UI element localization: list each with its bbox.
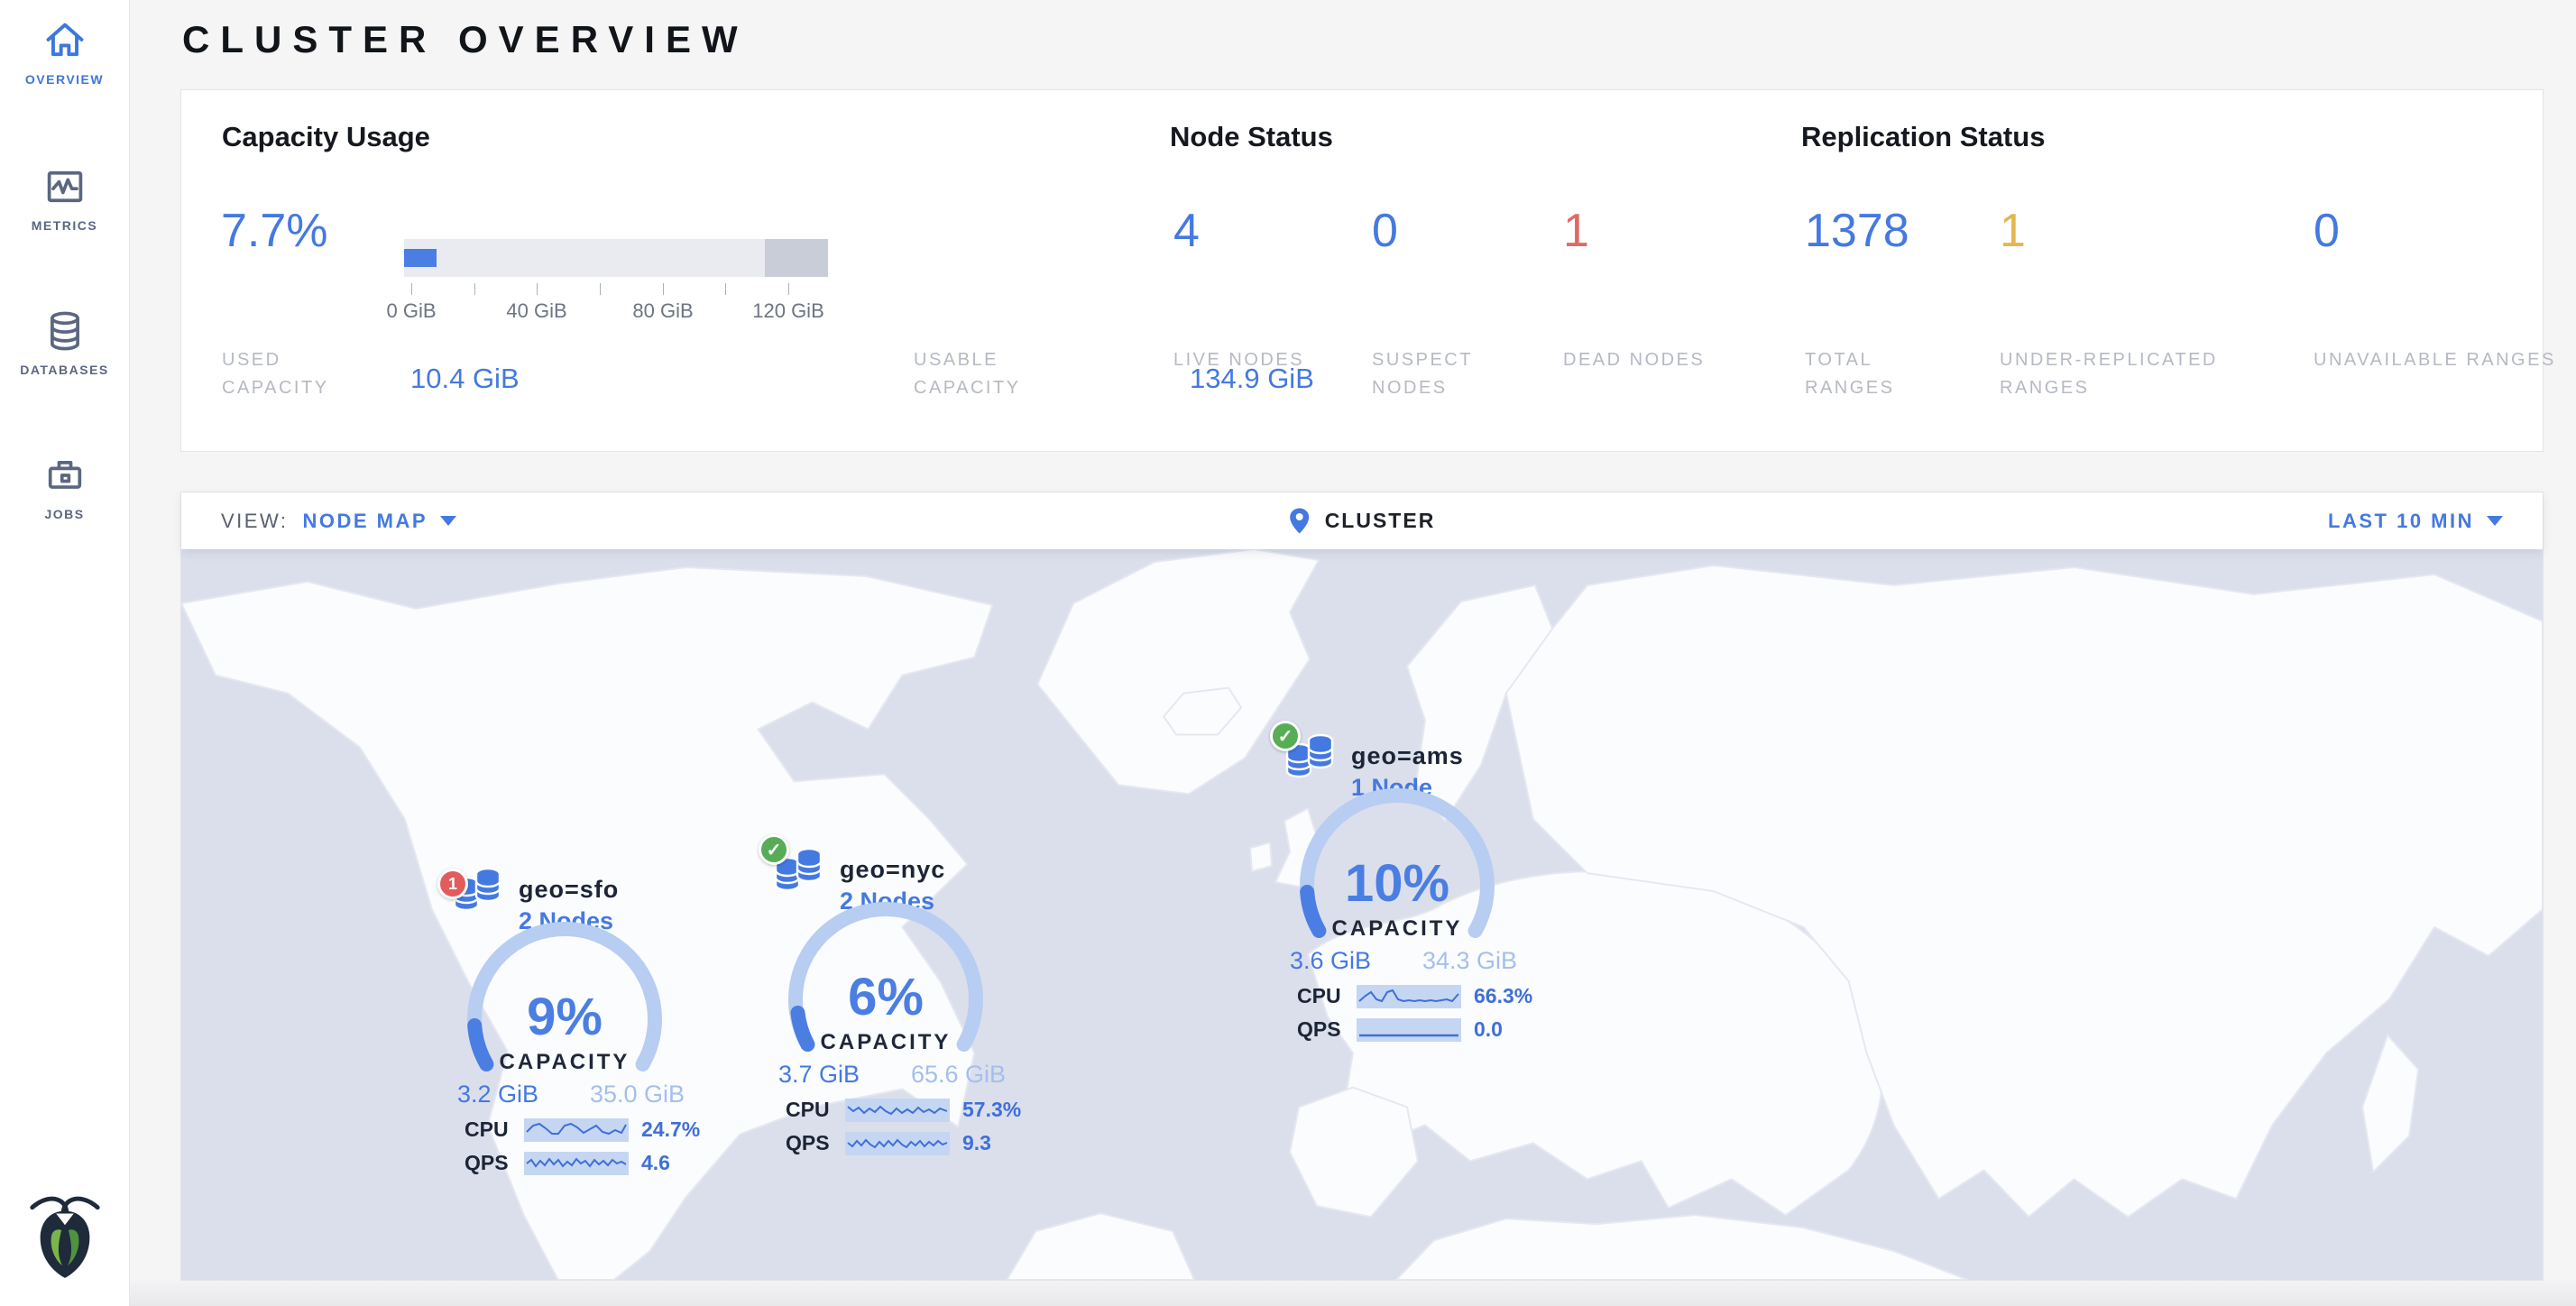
sidebar-item-label: JOBS — [0, 507, 129, 521]
qps-sparkline — [524, 1152, 629, 1175]
sidebar-item-overview[interactable]: OVERVIEW — [0, 18, 129, 87]
capacity-percent: 6% — [777, 967, 994, 1027]
cpu-value: 66.3% — [1474, 984, 1532, 1008]
under-replicated-ranges-label: UNDER-REPLICATED RANGES — [2000, 346, 2279, 402]
cpu-label: CPU — [1297, 984, 1344, 1008]
sidebar-item-jobs[interactable]: JOBS — [0, 453, 129, 521]
tick-label: 0 GiB — [386, 299, 436, 323]
dead-nodes-label: DEAD NODES — [1563, 346, 1716, 374]
cpu-value: 57.3% — [962, 1098, 1021, 1122]
sidebar-item-metrics[interactable]: METRICS — [0, 164, 129, 233]
view-selector-value: NODE MAP — [302, 510, 428, 533]
qps-sparkline — [845, 1132, 950, 1155]
database-icon — [42, 308, 87, 354]
breadcrumb[interactable]: CLUSTER — [1289, 492, 1436, 549]
node-status-title: Node Status — [1170, 121, 1333, 153]
home-icon — [42, 18, 87, 63]
sidebar-item-label: METRICS — [0, 218, 129, 233]
bottom-scroll-band — [130, 1281, 2576, 1306]
sidebar-item-databases[interactable]: DATABASES — [0, 308, 129, 377]
capacity-percent: 10% — [1289, 853, 1505, 914]
qps-label: QPS — [465, 1151, 511, 1175]
healthy-check-badge: ✓ — [1270, 721, 1301, 751]
locality-name: geo=sfo — [519, 876, 619, 904]
healthy-check-badge: ✓ — [759, 834, 789, 865]
capacity-bar-nonusable-segment — [765, 239, 828, 277]
capacity-percent: 9% — [456, 987, 673, 1047]
sidebar-item-label: DATABASES — [0, 363, 129, 377]
map-toolbar: VIEW: NODE MAP CLUSTER LAST 10 MIN — [181, 492, 2543, 549]
cpu-sparkline — [524, 1118, 629, 1142]
capacity-usage-title: Capacity Usage — [222, 121, 430, 153]
view-label: VIEW: — [221, 510, 288, 533]
qps-value: 0.0 — [1474, 1017, 1503, 1042]
dead-nodes-count: 1 — [1563, 206, 1589, 257]
node-map-panel: VIEW: NODE MAP CLUSTER LAST 10 MIN — [180, 492, 2544, 1281]
page-title: CLUSTER OVERVIEW — [182, 18, 749, 61]
tick-label: 40 GiB — [506, 299, 566, 323]
cpu-sparkline — [1357, 985, 1461, 1008]
node-map-marker-sfo[interactable]: 1 geo=sfo 2 Nodes — [445, 863, 706, 1175]
used-capacity-value: 10.4 GiB — [410, 363, 520, 395]
cockroachdb-logo — [0, 1189, 129, 1287]
sidebar: OVERVIEW METRICS DATABASES — [0, 0, 130, 1306]
used-capacity-label: USED CAPACITY — [222, 346, 380, 402]
alert-badge: 1 — [437, 869, 468, 899]
node-map-marker-ams[interactable]: ✓ geo=ams 1 Node — [1277, 730, 1539, 1042]
capacity-label: CAPACITY — [456, 1050, 673, 1075]
node-map-marker-nyc[interactable]: ✓ geo=nyc 2 Nodes — [766, 843, 1027, 1155]
qps-label: QPS — [786, 1131, 833, 1155]
capacity-used-percent: 7.7% — [221, 206, 328, 257]
suspect-nodes-count: 0 — [1372, 206, 1398, 257]
sidebar-item-label: OVERVIEW — [0, 72, 129, 87]
world-map: 1 geo=sfo 2 Nodes — [181, 549, 2543, 1280]
under-replicated-ranges-count: 1 — [2000, 206, 2026, 257]
breadcrumb-label: CLUSTER — [1325, 509, 1436, 533]
chevron-down-icon — [440, 516, 456, 526]
metrics-icon — [42, 164, 87, 209]
view-selector[interactable]: NODE MAP — [302, 510, 456, 533]
capacity-label: CAPACITY — [1289, 916, 1505, 942]
qps-value: 9.3 — [962, 1131, 991, 1155]
capacity-bar-ticks — [404, 283, 828, 296]
total-ranges-count: 1378 — [1805, 206, 1909, 257]
cluster-summary-panel: Capacity Usage 7.7% 0 GiB 40 GiB 80 GiB … — [180, 89, 2544, 452]
location-pin-icon — [1289, 507, 1311, 535]
unavailable-ranges-count: 0 — [2314, 206, 2340, 257]
live-nodes-label: LIVE NODES — [1173, 346, 1327, 374]
cpu-sparkline — [845, 1099, 950, 1122]
tick-label: 80 GiB — [632, 299, 693, 323]
live-nodes-count: 4 — [1173, 206, 1200, 257]
capacity-gauge: 10% CAPACITY — [1289, 786, 1505, 958]
cpu-value: 24.7% — [641, 1117, 700, 1142]
usable-capacity-label: USABLE CAPACITY — [914, 346, 1072, 402]
cpu-label: CPU — [465, 1117, 511, 1142]
qps-value: 4.6 — [641, 1151, 670, 1175]
tick-label: 120 GiB — [752, 299, 824, 323]
locality-name: geo=ams — [1351, 742, 1464, 770]
suspect-nodes-label: SUSPECT NODES — [1372, 346, 1525, 402]
total-ranges-label: TOTAL RANGES — [1805, 346, 1958, 402]
time-range-value: LAST 10 MIN — [2328, 510, 2474, 533]
capacity-label: CAPACITY — [777, 1030, 994, 1055]
locality-name: geo=nyc — [840, 856, 945, 884]
unavailable-ranges-label: UNAVAILABLE RANGES — [2314, 346, 2566, 374]
cpu-label: CPU — [786, 1098, 833, 1122]
time-range-selector[interactable]: LAST 10 MIN — [2328, 492, 2503, 549]
capacity-gauge: 9% CAPACITY — [456, 920, 673, 1091]
capacity-gauge: 6% CAPACITY — [777, 900, 994, 1071]
capacity-bar-used-segment — [404, 249, 437, 267]
qps-label: QPS — [1297, 1017, 1344, 1042]
chevron-down-icon — [2487, 516, 2503, 526]
qps-sparkline — [1357, 1018, 1461, 1042]
briefcase-icon — [42, 453, 87, 498]
page-header: CLUSTER OVERVIEW — [130, 0, 2576, 89]
replication-status-title: Replication Status — [1801, 121, 2045, 153]
capacity-bar — [404, 239, 828, 277]
